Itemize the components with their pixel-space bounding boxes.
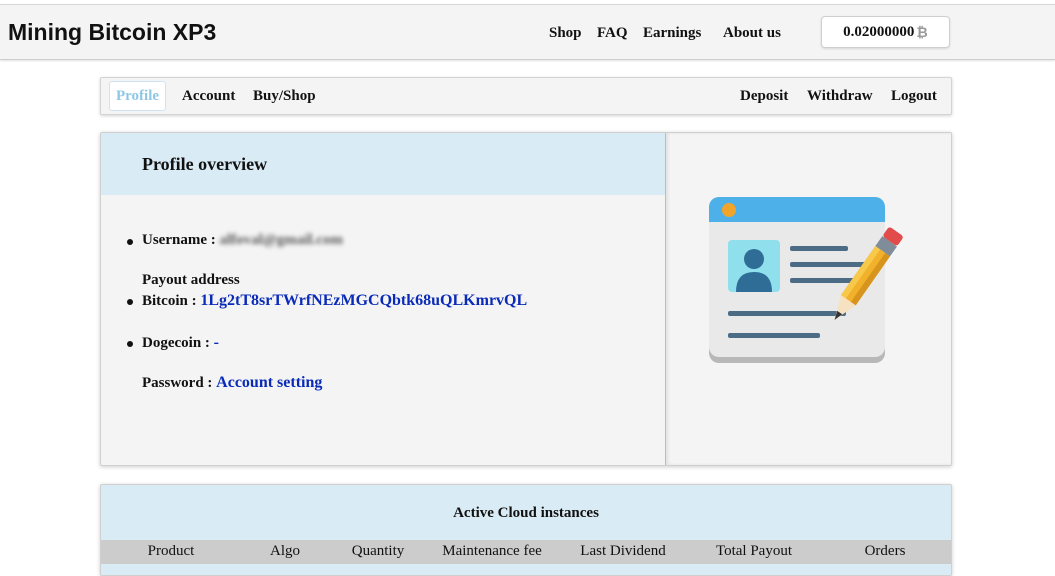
account-setting-link[interactable]: Account setting <box>216 374 322 391</box>
col-last-dividend: Last Dividend <box>580 543 666 559</box>
tab-account[interactable]: Account <box>182 88 235 105</box>
top-bar: Mining Bitcoin XP3 Shop FAQ Earnings Abo… <box>0 4 1055 60</box>
username-row: Username : alfoval@gmail.com <box>127 232 343 249</box>
active-instances-panel: Active Cloud instances Product Algo Quan… <box>100 484 952 576</box>
col-quantity: Quantity <box>351 543 405 559</box>
dogecoin-value[interactable]: - <box>214 334 219 351</box>
nav-earnings[interactable]: Earnings <box>643 25 701 42</box>
col-maintenance-fee: Maintenance fee <box>442 543 542 559</box>
tab-buy-shop[interactable]: Buy/Shop <box>253 88 316 105</box>
password-row: Password : Account setting <box>142 374 322 392</box>
bitcoin-label: Bitcoin : <box>142 293 197 309</box>
dogecoin-row: Dogecoin : - <box>127 334 219 352</box>
profile-card-edit-icon <box>709 197 903 363</box>
tab-logout[interactable]: Logout <box>891 88 937 105</box>
balance-value: 0.02000000 <box>843 23 915 40</box>
payout-address-label: Payout address <box>142 272 240 288</box>
col-orders: Orders <box>864 543 906 559</box>
tab-deposit[interactable]: Deposit <box>740 88 788 105</box>
balance-badge[interactable]: 0.02000000 ₿ <box>821 16 950 48</box>
profile-overview-title: Profile overview <box>142 154 268 174</box>
col-product: Product <box>147 543 195 559</box>
site-brand[interactable]: Mining Bitcoin XP3 <box>8 19 216 46</box>
username-label: Username : <box>142 232 216 248</box>
password-label: Password : <box>142 375 213 391</box>
profile-overview-header: Profile overview <box>101 133 665 195</box>
profile-subnav: Profile Account Buy/Shop Deposit Withdra… <box>100 77 952 115</box>
active-instances-title: Active Cloud instances <box>453 505 599 521</box>
bitcoin-icon: ₿ <box>916 24 928 41</box>
bitcoin-address-link[interactable]: 1Lg2tT8srTWrfNEzMGCQbtk68uQLKmrvQL <box>200 292 527 309</box>
nav-about-us[interactable]: About us <box>723 25 781 42</box>
nav-shop[interactable]: Shop <box>549 25 582 42</box>
nav-faq[interactable]: FAQ <box>597 25 628 42</box>
tab-profile[interactable]: Profile <box>109 81 167 111</box>
dogecoin-label: Dogecoin : <box>142 335 210 351</box>
col-algo: Algo <box>270 543 300 559</box>
bitcoin-row: Bitcoin : 1Lg2tT8srTWrfNEzMGCQbtk68uQLKm… <box>126 292 527 310</box>
profile-illustration-area <box>665 133 951 465</box>
col-total-payout: Total Payout <box>715 543 793 559</box>
tab-withdraw[interactable]: Withdraw <box>807 88 873 105</box>
username-value: alfoval@gmail.com <box>219 232 343 248</box>
profile-overview-panel: Profile overview Username : alfoval@gmai… <box>100 132 952 466</box>
instances-table-header: Product Algo Quantity Maintenance fee La… <box>101 540 951 564</box>
